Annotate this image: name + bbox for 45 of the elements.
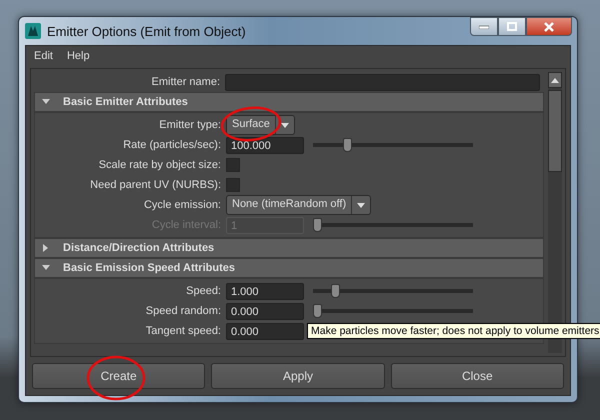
number-field[interactable]: 0.000 (226, 302, 304, 320)
maximize-icon (507, 22, 517, 31)
field-label: Rate (particles/sec): (122, 139, 221, 151)
up-arrow-icon (551, 78, 559, 82)
dropdown-arrow-icon (357, 202, 366, 208)
annotation-circle (85, 353, 147, 403)
field-label: Speed random: (144, 305, 221, 317)
dropdown[interactable]: None (timeRandom off) (226, 195, 372, 215)
app-logo-icon (25, 23, 41, 39)
scroll-up-button[interactable] (548, 72, 562, 88)
slider-thumb[interactable] (343, 138, 352, 152)
slider-thumb[interactable] (331, 284, 340, 298)
close-icon (543, 22, 555, 32)
scrollbar-thumb[interactable] (548, 90, 562, 172)
number-field[interactable]: 1.000 (226, 282, 304, 300)
minimize-icon (479, 24, 489, 28)
dialog-button[interactable]: Create (32, 363, 206, 389)
slider-thumb[interactable] (313, 304, 322, 318)
field-label: Emitter name: (150, 76, 220, 88)
section-header[interactable]: Basic Emitter Attributes (34, 92, 544, 112)
field-label: Speed: (185, 285, 221, 297)
close-button[interactable] (526, 17, 572, 36)
field-label: Scale rate by object size: (98, 159, 221, 171)
checkbox[interactable] (226, 178, 240, 192)
dialog-button[interactable]: Apply (211, 363, 385, 389)
dropdown-arrow-icon (280, 122, 289, 128)
minimize-button[interactable] (470, 17, 498, 36)
checkbox[interactable] (226, 158, 240, 172)
number-field[interactable]: 100.000 (226, 136, 304, 154)
annotation-circle (220, 106, 282, 142)
tooltip: Make particles move faster; does not apply to volume emitters (307, 323, 600, 339)
window-title: Emitter Options (Emit from Object) (47, 24, 246, 38)
dialog-button[interactable]: Close (390, 363, 564, 389)
maximize-button[interactable] (498, 17, 526, 36)
menu-item[interactable]: Edit (34, 50, 53, 62)
field-label: Emitter type: (158, 119, 221, 131)
menu-item[interactable]: Help (66, 50, 90, 62)
number-field[interactable]: 0.000 (226, 322, 304, 340)
section-header[interactable]: Basic Emission Speed Attributes (34, 258, 544, 278)
field-label: Tangent speed: (144, 325, 221, 337)
emitter-name-field[interactable] (225, 74, 540, 90)
field-label: Need parent UV (NURBS): (89, 179, 221, 191)
section-header[interactable]: Distance/Direction Attributes (34, 238, 544, 258)
dropdown[interactable]: Surface (226, 115, 295, 135)
field-label: Cycle emission: (142, 199, 221, 211)
